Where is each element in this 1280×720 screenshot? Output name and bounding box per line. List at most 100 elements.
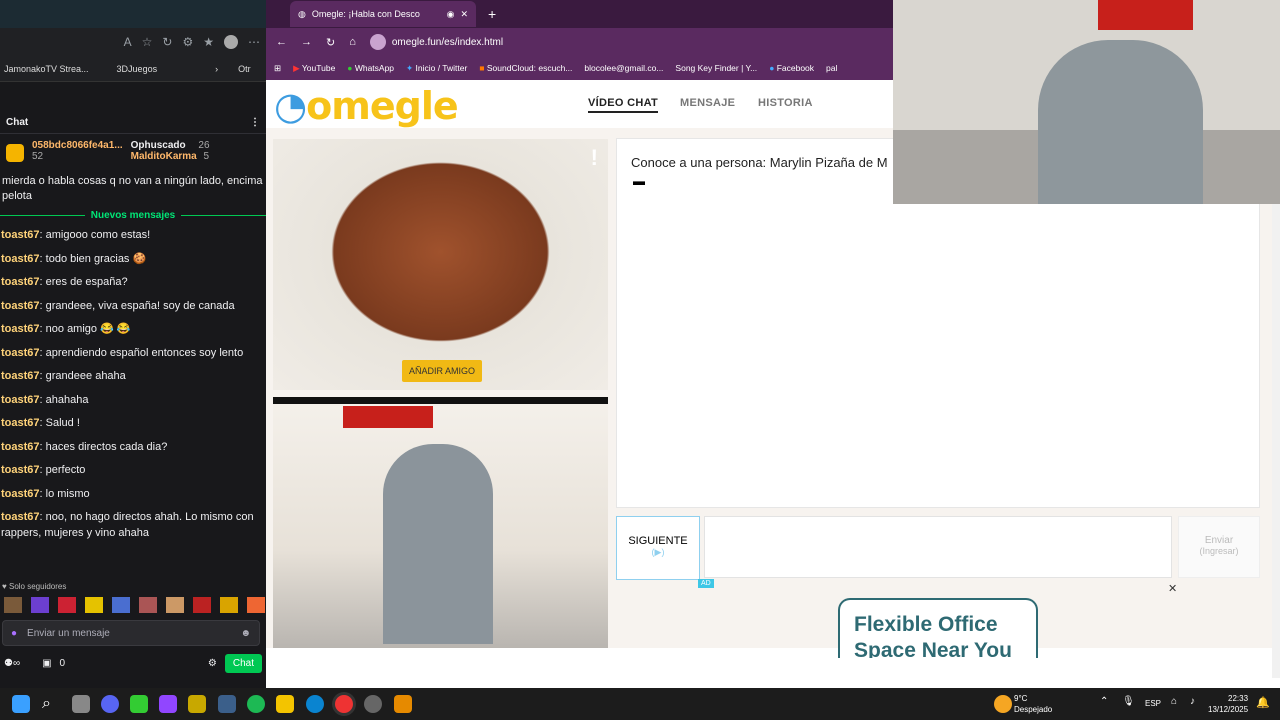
leader-2-name[interactable]: Ophuscado [131, 140, 186, 151]
chat-username[interactable]: toast67 [1, 229, 40, 241]
obs-icon[interactable] [364, 695, 382, 713]
clock[interactable]: 22:33 13/12/2025 [1208, 693, 1248, 715]
nav-video-chat[interactable]: VÍDEO CHAT [588, 97, 659, 113]
chat-options-icon[interactable]: ⋮ [250, 117, 260, 128]
emote[interactable] [193, 597, 211, 613]
bookmark-youtube[interactable]: ▶ YouTube [293, 63, 335, 74]
chat-settings-icon[interactable]: ⚙ [208, 658, 217, 669]
omegle-logo[interactable]: ◔omegle [274, 84, 459, 128]
forward-icon[interactable]: → [301, 36, 312, 48]
left-address-bar[interactable]: A ☆ ↻ ⚙ ★ ⋯ [0, 28, 266, 56]
volume-icon[interactable]: ♪ [1190, 696, 1195, 707]
report-icon[interactable]: ! [591, 145, 598, 171]
nav-mensaje[interactable]: MENSAJE [680, 97, 735, 109]
windows-taskbar: ⌕ 9°C Despejado ⌃ 🎙 ESP ⌂ ♪ 22:33 13/12/… [0, 688, 1280, 720]
chat-username[interactable]: toast67 [1, 394, 40, 406]
chrome-icon[interactable] [335, 695, 353, 713]
ad-banner[interactable]: Flexible Office Space Near You [838, 598, 1038, 658]
search-icon[interactable]: ⌕ [42, 695, 60, 713]
chat-username[interactable]: toast67 [1, 511, 40, 523]
start-icon[interactable] [12, 695, 30, 713]
new-tab-button[interactable]: + [488, 6, 496, 22]
address-bar[interactable]: omegle.fun/es/index.html [369, 34, 503, 50]
back-icon[interactable]: ← [276, 36, 287, 48]
chat-username[interactable]: toast67 [1, 464, 40, 476]
emote[interactable] [58, 597, 76, 613]
emote[interactable] [139, 597, 157, 613]
bookmark-jamonako[interactable]: JamonakoTV Strea... [4, 64, 89, 74]
app-icon[interactable] [188, 695, 206, 713]
leader-1[interactable]: 058bdc8066fe4a1... 52 [32, 140, 123, 164]
bookmark-3djuegos[interactable]: 3DJuegos [117, 64, 158, 74]
discord-icon[interactable] [101, 695, 119, 713]
chat-username[interactable]: toast67 [1, 276, 40, 288]
read-aloud-icon[interactable]: A [124, 35, 132, 49]
chat-username[interactable]: toast67 [1, 300, 40, 312]
twitch-icon[interactable] [159, 695, 177, 713]
leader-3-name[interactable]: MalditoKarma [131, 151, 197, 162]
chevron-right-icon[interactable]: › [215, 64, 218, 74]
emote[interactable] [220, 597, 238, 613]
profile-avatar[interactable] [224, 35, 238, 49]
bookmark-pal[interactable]: pal [826, 63, 837, 73]
favorite-star-icon[interactable]: ☆ [142, 35, 153, 49]
steam-icon[interactable] [218, 695, 236, 713]
channel-points-icon[interactable]: ⚉∞ [4, 658, 20, 669]
apps-grid-icon[interactable]: ⊞ [274, 63, 281, 74]
chat-username[interactable]: toast67 [1, 347, 40, 359]
extensions-icon[interactable]: ⚙ [182, 35, 193, 49]
chat-username[interactable]: toast67 [1, 488, 40, 500]
tab-omegle[interactable]: ◍ Omegle: ¡Habla con Desco ◉ ✕ [290, 1, 476, 27]
chat-username[interactable]: toast67 [1, 323, 40, 335]
chat-username[interactable]: toast67 [1, 370, 40, 382]
more-menu-icon[interactable]: ⋯ [248, 35, 260, 49]
reload-icon[interactable]: ↻ [326, 36, 335, 49]
leaderboard: 058bdc8066fe4a1... 52 Ophuscado 26 Maldi… [0, 134, 266, 170]
home-icon[interactable]: ⌂ [349, 36, 356, 48]
language-indicator[interactable]: ESP [1145, 699, 1161, 708]
bookmark-twitter[interactable]: ✦ Inicio / Twitter [406, 63, 467, 74]
edge-icon[interactable] [306, 695, 324, 713]
emote[interactable] [85, 597, 103, 613]
chat-username[interactable]: toast67 [1, 441, 40, 453]
emote[interactable] [166, 597, 184, 613]
chevron-up-icon[interactable]: ⌃ [1100, 696, 1108, 707]
mic-icon[interactable]: 🎙 [1122, 696, 1135, 707]
ad-close-icon[interactable]: ✕ [1168, 582, 1177, 595]
send-button[interactable]: Enviar (Ingresar) [1178, 516, 1260, 578]
spotify-icon[interactable] [247, 695, 265, 713]
favorites-icon[interactable]: ★ [203, 35, 214, 49]
weather-icon[interactable] [994, 695, 1012, 713]
next-button[interactable]: SIGUIENTE (▶) [616, 516, 700, 580]
message-input[interactable] [704, 516, 1172, 578]
add-friend-button[interactable]: AÑADIR AMIGO [402, 360, 483, 382]
emoji-icon[interactable]: ☻ [240, 628, 251, 639]
bookmark-other[interactable]: Otr [238, 64, 251, 74]
chat-username[interactable]: toast67 [1, 417, 40, 429]
xbox-icon[interactable] [130, 695, 148, 713]
task-view-icon[interactable] [72, 695, 90, 713]
emote[interactable] [31, 597, 49, 613]
nav-historia[interactable]: HISTORIA [758, 97, 813, 109]
chat-username[interactable]: toast67 [1, 253, 40, 265]
drops-icon[interactable]: ▣ [42, 658, 51, 669]
tab-close-icon[interactable]: ✕ [460, 9, 468, 20]
weather-widget[interactable]: 9°C Despejado [1014, 693, 1052, 715]
bookmark-facebook[interactable]: ● Facebook [769, 63, 814, 73]
app-icon[interactable] [394, 695, 412, 713]
bookmark-soundcloud[interactable]: ■ SoundCloud: escuch... [479, 63, 572, 73]
notification-icon[interactable]: 🔔 [1256, 696, 1270, 709]
site-info-icon[interactable] [369, 34, 386, 50]
chat-send-button[interactable]: Chat [224, 654, 262, 673]
bookmark-email[interactable]: blocolee@gmail.co... [584, 63, 663, 73]
bookmark-songkey[interactable]: Song Key Finder | Y... [675, 63, 757, 73]
bookmark-whatsapp[interactable]: ● WhatsApp [347, 63, 394, 73]
file-explorer-icon[interactable] [276, 695, 294, 713]
network-icon[interactable]: ⌂ [1171, 696, 1177, 707]
chat-input[interactable]: ● Enviar un mensaje ☻ [2, 620, 260, 646]
mic-icon[interactable]: ● [11, 628, 17, 639]
emote[interactable] [112, 597, 130, 613]
emote[interactable] [247, 597, 265, 613]
refresh-icon[interactable]: ↻ [162, 35, 172, 49]
emote[interactable] [4, 597, 22, 613]
